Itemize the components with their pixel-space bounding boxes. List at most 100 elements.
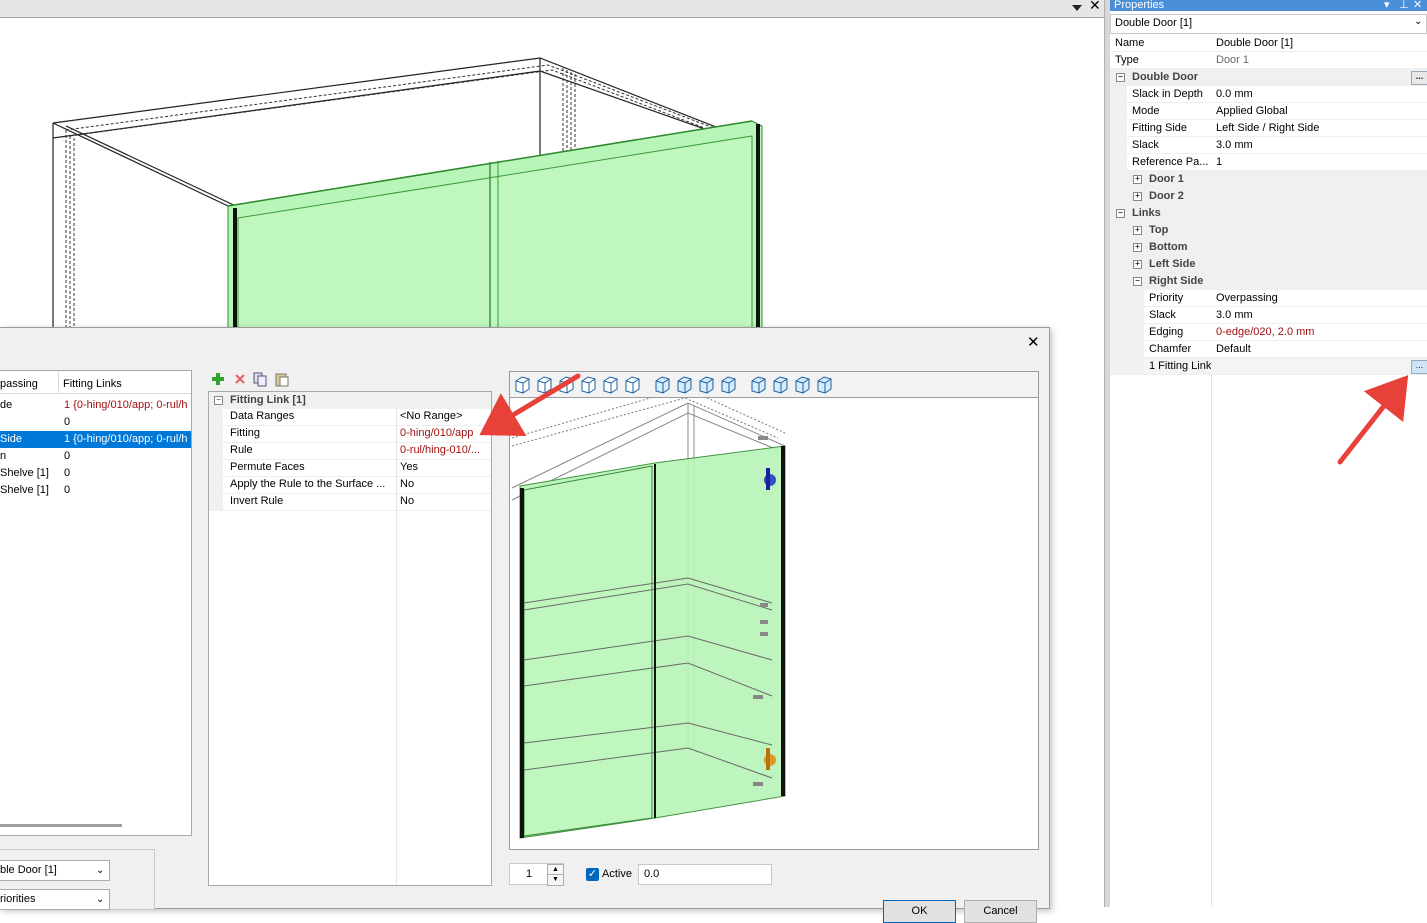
viewport-toolbar: ✕	[0, 0, 1104, 18]
add-icon[interactable]	[212, 373, 224, 385]
fitting-link-title: Fitting Link [1]	[230, 394, 306, 406]
close-icon[interactable]: ✕	[1027, 333, 1040, 351]
fitting-link-row[interactable]: Permute Faces Yes	[209, 460, 491, 477]
property-row[interactable]: Reference Pa... 1	[1110, 154, 1427, 171]
property-row[interactable]: Type Door 1	[1110, 52, 1427, 69]
dropdown-arrow-icon[interactable]: ▾	[1384, 0, 1390, 11]
table-row[interactable]: Side 1 {0-hing/010/app; 0-rul/h	[0, 431, 191, 448]
active-checkbox[interactable]: ✓	[586, 868, 599, 881]
dropdown-arrow-icon[interactable]	[1072, 5, 1082, 11]
property-row[interactable]: Name Double Door [1]	[1110, 35, 1427, 52]
expand-icon[interactable]: +	[1133, 192, 1142, 201]
property-value[interactable]: Applied Global	[1216, 103, 1426, 119]
object-selector[interactable]: Double Door [1] ⌄	[1110, 14, 1427, 34]
fitting-link-row[interactable]: Rule 0-rul/hing-010/...	[209, 443, 491, 460]
expand-icon[interactable]: +	[1133, 226, 1142, 235]
expand-icon[interactable]: +	[1133, 260, 1142, 269]
property-section[interactable]: + Bottom	[1110, 239, 1427, 256]
property-section[interactable]: + Top	[1110, 222, 1427, 239]
fitting-link-value[interactable]: 0-hing/010/app	[400, 425, 488, 442]
collapse-icon[interactable]: −	[1133, 277, 1142, 286]
property-row[interactable]: 1 Fitting Link...	[1110, 358, 1427, 375]
fitting-link-value[interactable]: Yes	[400, 459, 488, 476]
fitting-link-value[interactable]: <No Range>	[400, 408, 488, 425]
ellipsis-button[interactable]: ...	[1411, 71, 1427, 85]
preview-viewport[interactable]	[509, 371, 1039, 850]
view-cube-icon[interactable]	[559, 376, 574, 394]
view-cube-icon[interactable]	[625, 376, 640, 394]
property-section[interactable]: + Left Side	[1110, 256, 1427, 273]
property-section[interactable]: + Door 2	[1110, 188, 1427, 205]
close-icon[interactable]: ✕	[1413, 0, 1422, 11]
property-row[interactable]: Fitting Side Left Side / Right Side	[1110, 120, 1427, 137]
property-name: Links	[1132, 207, 1161, 219]
copy-icon[interactable]	[253, 372, 267, 387]
property-value[interactable]: 0-edge/020, 2.0 mm	[1216, 324, 1426, 340]
property-section[interactable]: − Right Side	[1110, 273, 1427, 290]
collapse-icon[interactable]: −	[1116, 73, 1125, 82]
table-row[interactable]: 0	[0, 414, 191, 431]
horizontal-scrollbar[interactable]	[0, 824, 122, 827]
cabinet-3d-drawing	[52, 57, 763, 328]
property-value[interactable]: Default	[1216, 341, 1426, 357]
fitting-link-row[interactable]: Apply the Rule to the Surface ... No	[209, 477, 491, 494]
property-row[interactable]: Slack in Depth 0.0 mm	[1110, 86, 1427, 103]
spin-down-icon[interactable]: ▼	[547, 874, 564, 886]
property-value[interactable]: Door 1	[1216, 52, 1426, 68]
index-spinner[interactable]: 1 ▲ ▼	[509, 863, 564, 886]
table-row[interactable]: Shelve [1] 0	[0, 465, 191, 482]
fitting-link-name: Data Ranges	[230, 410, 295, 422]
view-cube-icon[interactable]	[515, 376, 530, 394]
collapse-icon[interactable]: −	[1116, 209, 1125, 218]
view-cube-icon[interactable]	[795, 376, 810, 394]
property-value[interactable]: Double Door [1]	[1216, 35, 1426, 51]
offset-input[interactable]: 0.0	[638, 864, 772, 885]
close-icon[interactable]: ✕	[1089, 0, 1101, 14]
view-cube-icon[interactable]	[655, 376, 670, 394]
table-row[interactable]: Shelve [1] 0	[0, 482, 191, 499]
paste-icon[interactable]	[275, 373, 289, 387]
delete-icon[interactable]	[235, 374, 245, 384]
view-cube-icon[interactable]	[581, 376, 596, 394]
fitting-link-row[interactable]: Invert Rule No	[209, 494, 491, 511]
view-cube-icon[interactable]	[817, 376, 832, 394]
property-value[interactable]: Left Side / Right Side	[1216, 120, 1426, 136]
cancel-button[interactable]: Cancel	[964, 900, 1037, 923]
property-row[interactable]: Slack 3.0 mm	[1110, 137, 1427, 154]
view-cube-icon[interactable]	[721, 376, 736, 394]
view-cube-icon[interactable]	[773, 376, 788, 394]
property-value[interactable]: 0.0 mm	[1216, 86, 1426, 102]
view-cube-icon[interactable]	[699, 376, 714, 394]
property-value[interactable]: 1	[1216, 154, 1426, 170]
property-value[interactable]: Overpassing	[1216, 290, 1426, 306]
property-section[interactable]: − Links	[1110, 205, 1427, 222]
fitting-link-value[interactable]: No	[400, 476, 488, 493]
property-value[interactable]: 3.0 mm	[1216, 307, 1426, 323]
property-row[interactable]: Slack 3.0 mm	[1110, 307, 1427, 324]
ellipsis-button[interactable]: ...	[1411, 360, 1427, 374]
property-section[interactable]: + Door 1	[1110, 171, 1427, 188]
fitting-link-value[interactable]: No	[400, 493, 488, 510]
property-row[interactable]: Edging 0-edge/020, 2.0 mm	[1110, 324, 1427, 341]
property-row[interactable]: Mode Applied Global	[1110, 103, 1427, 120]
expand-icon[interactable]: +	[1133, 175, 1142, 184]
property-section[interactable]: − Double Door...	[1110, 69, 1427, 86]
table-row[interactable]: de 1 {0-hing/010/app; 0-rul/h	[0, 397, 191, 414]
object-combo[interactable]: ble Door [1] ⌄	[0, 860, 110, 881]
fitting-link-row[interactable]: Fitting 0-hing/010/app	[209, 426, 491, 443]
table-row[interactable]: n0	[0, 448, 191, 465]
view-cube-icon[interactable]	[677, 376, 692, 394]
property-row[interactable]: Chamfer Default	[1110, 341, 1427, 358]
view-cube-icon[interactable]	[537, 376, 552, 394]
properties-title-bar: Properties ▾ ⊥ ✕	[1110, 0, 1427, 11]
collapse-icon[interactable]: −	[214, 396, 223, 405]
expand-icon[interactable]: +	[1133, 243, 1142, 252]
property-row[interactable]: Priority Overpassing	[1110, 290, 1427, 307]
view-cube-icon[interactable]	[751, 376, 766, 394]
pin-icon[interactable]: ⊥	[1399, 0, 1409, 11]
fitting-link-row[interactable]: Data Ranges <No Range>	[209, 409, 491, 426]
fitting-link-value[interactable]: 0-rul/hing-010/...	[400, 442, 488, 459]
property-value[interactable]: 3.0 mm	[1216, 137, 1426, 153]
view-cube-icon[interactable]	[603, 376, 618, 394]
ok-button[interactable]: OK	[883, 900, 956, 923]
